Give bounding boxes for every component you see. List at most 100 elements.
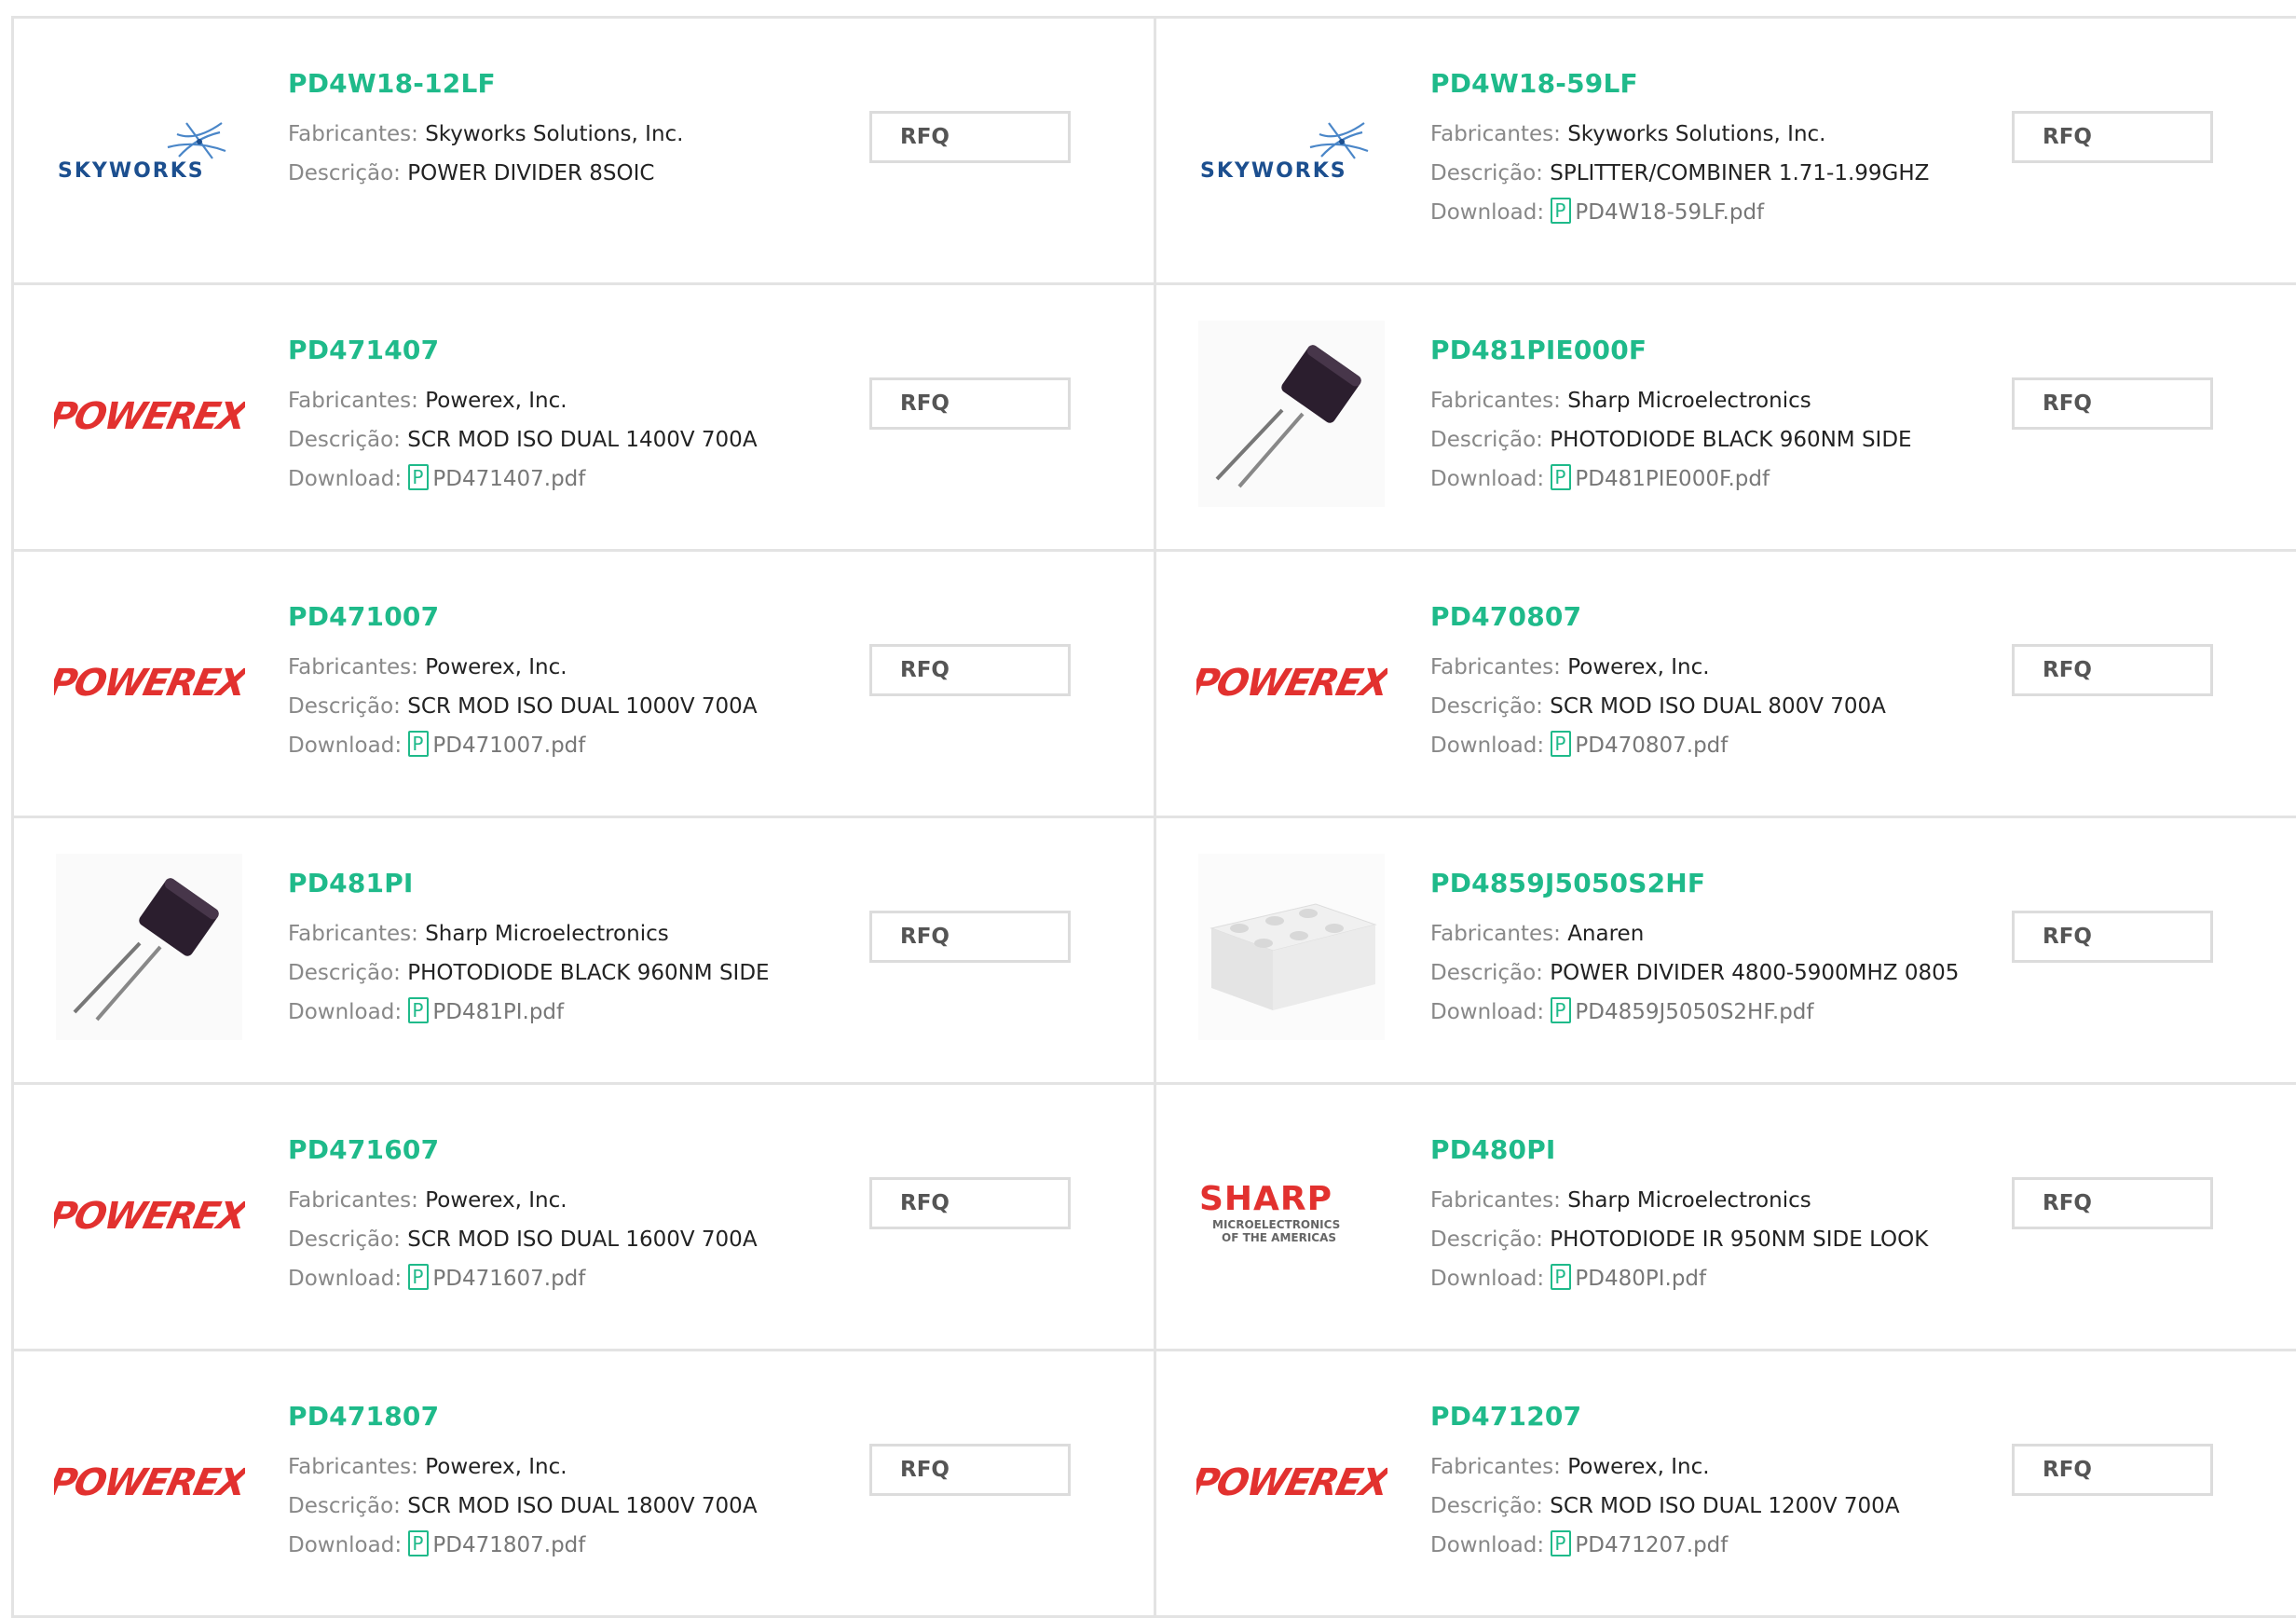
description-value: SCR MOD ISO DUAL 1000V 700A xyxy=(407,694,758,719)
part-number-link[interactable]: PD4W18-59LF xyxy=(1430,68,1989,100)
part-number-link[interactable]: PD4W18-12LF xyxy=(288,68,847,100)
description-value: SCR MOD ISO DUAL 1200V 700A xyxy=(1550,1494,1900,1518)
datasheet-link[interactable]: PD471407.pdf xyxy=(408,464,585,491)
part-number-link[interactable]: PD481PI xyxy=(288,868,847,899)
pdf-icon xyxy=(1551,997,1572,1023)
product-info: PD470807 Fabricantes: Powerex, Inc. Desc… xyxy=(1430,601,1989,765)
datasheet-link[interactable]: PD4859J5050S2HF.pdf xyxy=(1551,997,1814,1024)
product-card: POWEREX PD470807 Fabricantes: Powerex, I… xyxy=(1154,552,2296,818)
download-label: Download: xyxy=(1430,467,1545,491)
manufacturer-label: Fabricantes: xyxy=(1430,122,1561,146)
rfq-button[interactable]: RFQ xyxy=(2012,1444,2213,1496)
description-value: SCR MOD ISO DUAL 1800V 700A xyxy=(407,1494,758,1518)
datasheet-filename: PD470807.pdf xyxy=(1575,734,1729,758)
product-grid: SKYWORKS PD4W18-12LF Fabricantes: Skywor… xyxy=(11,16,2296,1618)
powerex-logo[interactable]: POWEREX xyxy=(51,321,247,507)
description-row: Descrição: SCR MOD ISO DUAL 800V 700A xyxy=(1430,687,1989,726)
rfq-button[interactable]: RFQ xyxy=(2012,911,2213,963)
part-number-link[interactable]: PD470807 xyxy=(1430,601,1989,633)
datasheet-link[interactable]: PD480PI.pdf xyxy=(1551,1264,1706,1291)
pdf-icon xyxy=(1551,1264,1572,1290)
rfq-button[interactable]: RFQ xyxy=(869,111,1071,163)
description-label: Descrição: xyxy=(288,1494,401,1518)
photodiode-image[interactable] xyxy=(51,854,247,1040)
product-card: POWEREX PD471807 Fabricantes: Powerex, I… xyxy=(11,1351,1154,1618)
powerex-logo[interactable]: POWEREX xyxy=(51,1387,247,1573)
product-info: PD471607 Fabricantes: Powerex, Inc. Desc… xyxy=(288,1134,847,1298)
product-info: PD481PI Fabricantes: Sharp Microelectron… xyxy=(288,868,847,1032)
download-label: Download: xyxy=(288,1267,403,1291)
manufacturer-value: Skyworks Solutions, Inc. xyxy=(1567,122,1826,146)
description-label: Descrição: xyxy=(288,961,401,985)
download-row: Download: PD471407.pdf xyxy=(288,459,847,499)
description-label: Descrição: xyxy=(1430,694,1543,719)
download-row: Download: PD481PI.pdf xyxy=(288,993,847,1032)
rfq-button[interactable]: RFQ xyxy=(869,644,1071,696)
manufacturer-value: Sharp Microelectronics xyxy=(1567,1188,1811,1213)
manufacturer-value: Powerex, Inc. xyxy=(425,1455,567,1479)
rfq-button[interactable]: RFQ xyxy=(2012,1177,2213,1229)
part-number-link[interactable]: PD471207 xyxy=(1430,1401,1989,1433)
powerex-logo[interactable]: POWEREX xyxy=(51,587,247,774)
description-value: POWER DIVIDER 4800-5900MHZ 0805 xyxy=(1550,961,1960,985)
part-number-link[interactable]: PD4859J5050S2HF xyxy=(1430,868,1989,899)
powerex-wordmark: POWEREX xyxy=(54,1193,245,1237)
datasheet-link[interactable]: PD470807.pdf xyxy=(1551,731,1729,758)
rfq-button[interactable]: RFQ xyxy=(869,377,1071,430)
manufacturer-row: Fabricantes: Sharp Microelectronics xyxy=(288,914,847,953)
manufacturer-label: Fabricantes: xyxy=(1430,1188,1561,1213)
download-label: Download: xyxy=(1430,200,1545,225)
datasheet-link[interactable]: PD471207.pdf xyxy=(1551,1530,1728,1557)
datasheet-link[interactable]: PD481PIE000F.pdf xyxy=(1551,464,1770,491)
part-number-link[interactable]: PD471007 xyxy=(288,601,847,633)
manufacturer-value: Powerex, Inc. xyxy=(1567,655,1710,679)
rfq-button[interactable]: RFQ xyxy=(2012,644,2213,696)
rfq-button[interactable]: RFQ xyxy=(2012,377,2213,430)
description-label: Descrição: xyxy=(288,428,401,452)
photodiode-image[interactable] xyxy=(1194,321,1389,507)
manufacturer-label: Fabricantes: xyxy=(288,655,418,679)
datasheet-filename: PD471607.pdf xyxy=(432,1267,586,1291)
skyworks-logo[interactable]: SKYWORKS xyxy=(1194,54,1389,240)
sharp-logo[interactable]: SHARP MICROELECTRONICS OF THE AMERICAS xyxy=(1194,1120,1389,1307)
powerex-logo[interactable]: POWEREX xyxy=(1194,1387,1389,1573)
part-number-link[interactable]: PD471607 xyxy=(288,1134,847,1166)
datasheet-link[interactable]: PD481PI.pdf xyxy=(408,997,564,1024)
manufacturer-value: Sharp Microelectronics xyxy=(425,922,669,946)
product-info: PD481PIE000F Fabricantes: Sharp Microele… xyxy=(1430,335,1989,499)
download-label: Download: xyxy=(1430,1533,1545,1557)
datasheet-filename: PD4W18-59LF.pdf xyxy=(1575,200,1765,225)
rfq-button[interactable]: RFQ xyxy=(869,1444,1071,1496)
description-row: Descrição: PHOTODIODE BLACK 960NM SIDE xyxy=(288,953,847,993)
chip-image[interactable] xyxy=(1194,854,1389,1040)
skyworks-wordmark: SKYWORKS xyxy=(58,159,205,183)
datasheet-link[interactable]: PD471007.pdf xyxy=(408,731,585,758)
description-row: Descrição: SCR MOD ISO DUAL 1200V 700A xyxy=(1430,1487,1989,1526)
download-label: Download: xyxy=(288,1000,403,1024)
rfq-button[interactable]: RFQ xyxy=(869,911,1071,963)
part-number-link[interactable]: PD480PI xyxy=(1430,1134,1989,1166)
description-row: Descrição: SCR MOD ISO DUAL 1600V 700A xyxy=(288,1220,847,1259)
description-value: SCR MOD ISO DUAL 800V 700A xyxy=(1550,694,1886,719)
pdf-icon xyxy=(1551,198,1572,224)
rfq-button[interactable]: RFQ xyxy=(2012,111,2213,163)
download-row: Download: PD471007.pdf xyxy=(288,726,847,765)
rfq-button[interactable]: RFQ xyxy=(869,1177,1071,1229)
part-number-link[interactable]: PD471807 xyxy=(288,1401,847,1433)
download-row: Download: PD470807.pdf xyxy=(1430,726,1989,765)
powerex-logo[interactable]: POWEREX xyxy=(1194,587,1389,774)
manufacturer-value: Sharp Microelectronics xyxy=(1567,389,1811,413)
product-card: PD4859J5050S2HF Fabricantes: Anaren Desc… xyxy=(1154,818,2296,1085)
description-row: Descrição: SPLITTER/COMBINER 1.71-1.99GH… xyxy=(1430,154,1989,193)
product-card: POWEREX PD471207 Fabricantes: Powerex, I… xyxy=(1154,1351,2296,1618)
powerex-logo[interactable]: POWEREX xyxy=(51,1120,247,1307)
part-number-link[interactable]: PD471407 xyxy=(288,335,847,366)
manufacturer-label: Fabricantes: xyxy=(288,1455,418,1479)
download-label: Download: xyxy=(288,467,403,491)
part-number-link[interactable]: PD481PIE000F xyxy=(1430,335,1989,366)
datasheet-link[interactable]: PD4W18-59LF.pdf xyxy=(1551,198,1765,225)
datasheet-link[interactable]: PD471607.pdf xyxy=(408,1264,586,1291)
datasheet-link[interactable]: PD471807.pdf xyxy=(408,1530,585,1557)
skyworks-logo[interactable]: SKYWORKS xyxy=(51,54,247,240)
manufacturer-label: Fabricantes: xyxy=(288,922,418,946)
